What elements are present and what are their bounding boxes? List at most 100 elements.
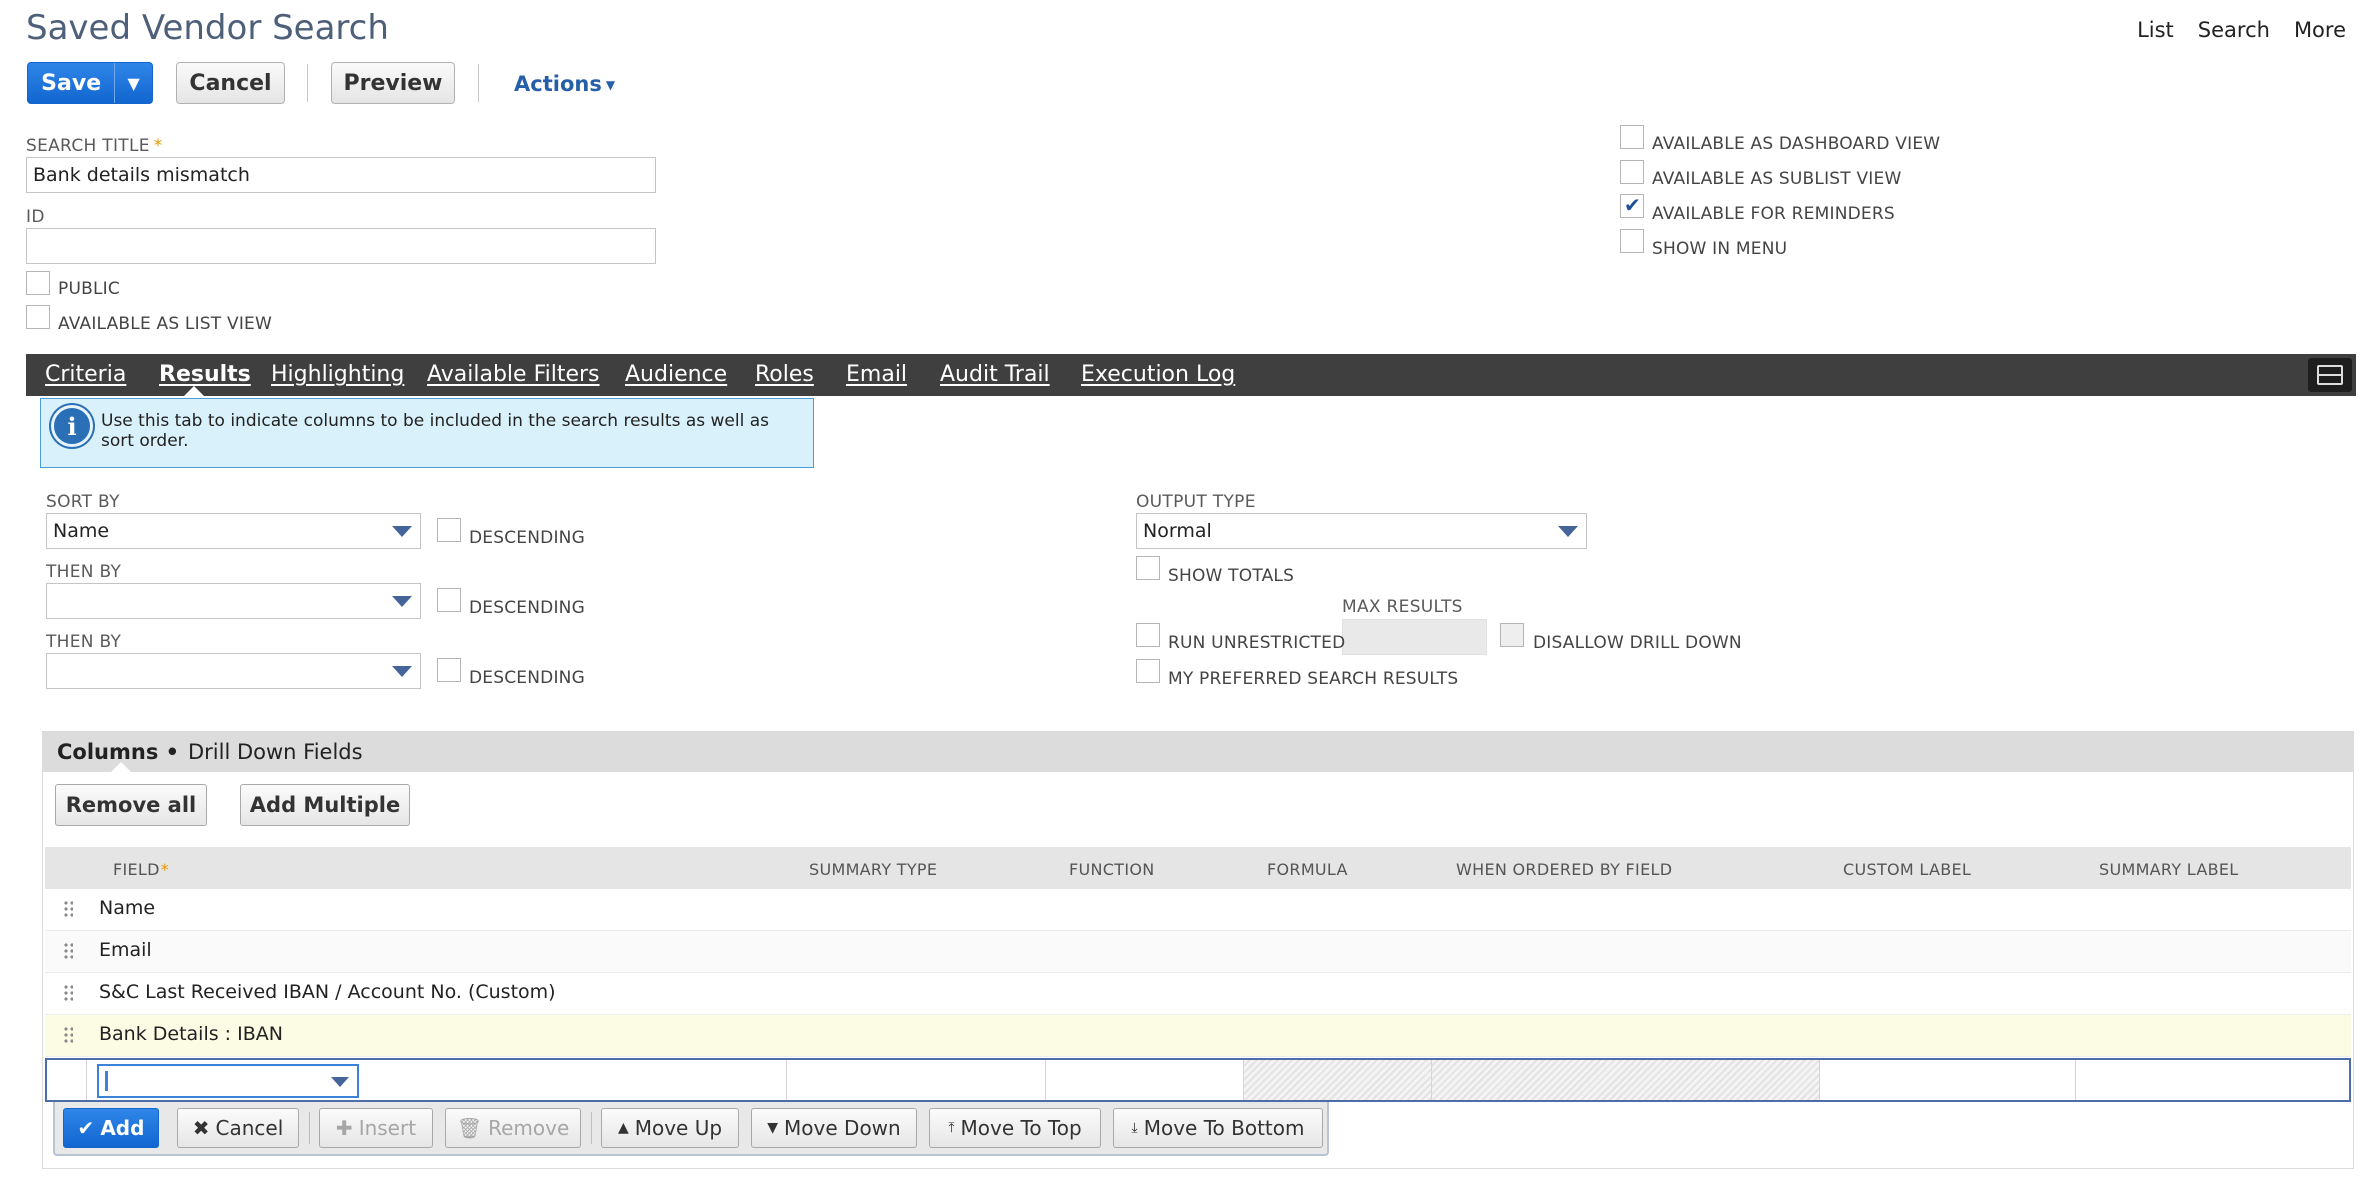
drag-handle-icon[interactable] <box>63 984 73 1002</box>
show-totals-checkbox[interactable] <box>1136 556 1160 580</box>
save-options-dropdown-icon[interactable]: ▼ <box>114 63 152 103</box>
table-row[interactable]: Name <box>45 889 2351 931</box>
toolbar-divider <box>478 64 479 102</box>
then-by-label-2: THEN BY <box>46 632 122 652</box>
descending-label-1: DESCENDING <box>469 528 585 548</box>
public-label: PUBLIC <box>58 279 120 299</box>
field-cell-edit[interactable] <box>47 1060 787 1100</box>
arrow-down-icon: ▼ <box>767 1120 779 1136</box>
table-row[interactable]: S&C Last Received IBAN / Account No. (Cu… <box>45 973 2351 1015</box>
then-by-select-1[interactable] <box>46 583 421 619</box>
top-nav-links: List Search More <box>2137 18 2346 42</box>
tab-available-filters[interactable]: Available Filters <box>427 362 600 387</box>
summary-type-cell-edit[interactable] <box>787 1060 1046 1100</box>
chevron-down-icon <box>392 526 412 537</box>
trash-icon: 🗑 <box>456 1116 483 1140</box>
actions-menu-label[interactable]: Actions <box>514 72 602 96</box>
plus-icon: ✚ <box>335 1116 353 1140</box>
tab-execution-log[interactable]: Execution Log <box>1081 362 1235 387</box>
sublist-view-checkbox[interactable] <box>1620 160 1644 184</box>
insert-row-button[interactable]: ✚ Insert <box>319 1108 433 1148</box>
sort-by-select[interactable]: Name <box>46 513 421 549</box>
field-cell[interactable]: Bank Details : IBAN <box>99 1023 283 1045</box>
remove-all-button[interactable]: Remove all <box>55 784 207 826</box>
more-link[interactable]: More <box>2294 18 2346 42</box>
show-in-menu-checkbox[interactable] <box>1620 229 1644 253</box>
remove-row-button[interactable]: 🗑 Remove <box>445 1108 581 1148</box>
max-results-input[interactable] <box>1342 619 1487 655</box>
cancel-button[interactable]: Cancel <box>176 62 285 104</box>
custom-label-cell-edit[interactable] <box>1820 1060 2076 1100</box>
tab-criteria[interactable]: Criteria <box>45 362 126 387</box>
field-cell[interactable]: Email <box>99 939 152 961</box>
output-type-label: OUTPUT TYPE <box>1136 492 1256 512</box>
reminders-checkbox[interactable] <box>1620 193 1644 218</box>
tab-email[interactable]: Email <box>846 362 907 387</box>
public-checkbox[interactable] <box>26 271 50 295</box>
sublist-tabs: Columns • Drill Down Fields <box>43 732 2353 772</box>
move-up-button[interactable]: ▲ Move Up <box>601 1108 739 1148</box>
tab-highlighting[interactable]: Highlighting <box>271 362 404 387</box>
arrow-up-icon: ▲ <box>617 1120 629 1136</box>
active-tab-pointer <box>184 386 204 396</box>
list-link[interactable]: List <box>2137 18 2174 42</box>
toolbar-divider <box>307 64 308 102</box>
table-row[interactable]: Bank Details : IBAN <box>45 1015 2351 1057</box>
dashboard-view-checkbox[interactable] <box>1620 125 1644 149</box>
tab-columns[interactable]: Columns • <box>57 740 179 764</box>
descending-checkbox-3[interactable] <box>437 658 461 682</box>
summary-label-cell-edit[interactable] <box>2076 1060 2349 1100</box>
col-summary-type-header[interactable]: SUMMARY TYPE <box>809 860 937 879</box>
toolbar-divider <box>309 1112 310 1144</box>
function-cell-edit[interactable] <box>1046 1060 1244 1100</box>
id-input[interactable] <box>26 228 656 264</box>
info-icon <box>51 405 93 447</box>
then-by-select-2[interactable] <box>46 653 421 689</box>
save-button-label[interactable]: Save <box>28 63 114 103</box>
show-in-menu-label: SHOW IN MENU <box>1652 239 1788 259</box>
col-field-header[interactable]: FIELD* <box>113 860 169 879</box>
add-row-button[interactable]: ✔ Add <box>63 1108 159 1148</box>
move-to-top-button[interactable]: ⤒ Move To Top <box>929 1108 1101 1148</box>
cancel-row-button[interactable]: ✖ Cancel <box>177 1108 299 1148</box>
collapse-tabs-icon[interactable] <box>2308 358 2352 392</box>
chevron-down-icon: ▼ <box>605 78 616 92</box>
drag-handle-icon[interactable] <box>63 1026 73 1044</box>
search-link[interactable]: Search <box>2198 18 2270 42</box>
descending-checkbox-2[interactable] <box>437 588 461 612</box>
add-multiple-button[interactable]: Add Multiple <box>240 784 410 826</box>
field-cell[interactable]: Name <box>99 897 155 919</box>
col-formula-header[interactable]: FORMULA <box>1267 860 1348 879</box>
col-when-ordered-header[interactable]: WHEN ORDERED BY FIELD <box>1456 860 1672 879</box>
tab-audience[interactable]: Audience <box>625 362 727 387</box>
col-function-header[interactable]: FUNCTION <box>1069 860 1155 879</box>
actions-menu[interactable]: Actions ▼ <box>514 72 615 96</box>
tab-results[interactable]: Results <box>159 362 251 387</box>
max-results-label: MAX RESULTS <box>1342 597 1463 617</box>
tab-roles[interactable]: Roles <box>755 362 814 387</box>
col-summary-label-header[interactable]: SUMMARY LABEL <box>2099 860 2239 879</box>
drag-handle-icon[interactable] <box>63 900 73 918</box>
tab-audit-trail[interactable]: Audit Trail <box>940 362 1050 387</box>
move-down-button[interactable]: ▼ Move Down <box>751 1108 917 1148</box>
preview-button[interactable]: Preview <box>331 62 455 104</box>
drag-handle-icon[interactable] <box>63 942 73 960</box>
sort-by-label: SORT BY <box>46 492 120 512</box>
run-unrestricted-label: RUN UNRESTRICTED <box>1168 633 1346 653</box>
list-view-checkbox[interactable] <box>26 305 50 329</box>
col-custom-label-header[interactable]: CUSTOM LABEL <box>1843 860 1971 879</box>
descending-label-2: DESCENDING <box>469 598 585 618</box>
when-ordered-cell-edit <box>1432 1060 1820 1100</box>
save-button[interactable]: Save ▼ <box>27 62 153 104</box>
preferred-results-checkbox[interactable] <box>1136 659 1160 683</box>
run-unrestricted-checkbox[interactable] <box>1136 623 1160 647</box>
field-cell[interactable]: S&C Last Received IBAN / Account No. (Cu… <box>99 981 556 1003</box>
formula-cell-edit <box>1244 1060 1432 1100</box>
move-to-bottom-button[interactable]: ⤓ Move To Bottom <box>1113 1108 1323 1148</box>
descending-checkbox-1[interactable] <box>437 518 461 542</box>
output-type-select[interactable]: Normal <box>1136 513 1587 549</box>
search-title-input[interactable]: Bank details mismatch <box>26 157 656 193</box>
table-row[interactable]: Email <box>45 931 2351 973</box>
tab-drill-down-fields[interactable]: Drill Down Fields <box>188 740 363 764</box>
disallow-drill-down-checkbox[interactable] <box>1500 623 1524 647</box>
